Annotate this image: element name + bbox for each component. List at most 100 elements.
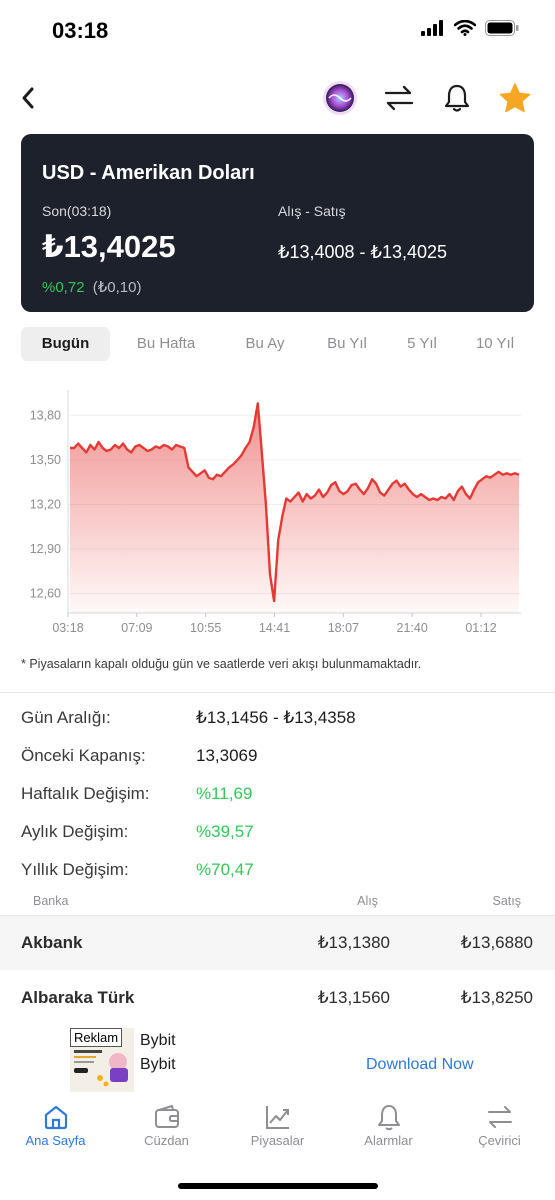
bank-sell-cell: ₺13,8250 [460, 988, 533, 1007]
bank-row[interactable]: Akbank ₺13,1380 ₺13,6880 [0, 916, 555, 970]
nav-bar [0, 70, 555, 126]
ad-label: Reklam [70, 1028, 123, 1047]
bank-sell-cell: ₺13,6880 [460, 933, 533, 952]
favorite-button[interactable] [495, 78, 535, 118]
y-tick-label: 13,80 [30, 408, 61, 422]
period-tab-10y[interactable]: 10 Yıl [464, 327, 526, 361]
y-tick-label: 13,20 [30, 497, 61, 511]
tab-label: Çevirici [478, 1133, 521, 1148]
bank-buy-cell: ₺13,1560 [317, 988, 390, 1007]
bank-buy-cell: ₺13,1380 [317, 933, 390, 952]
bank-table-header: Banka Alış Satış [0, 894, 555, 914]
x-tick-label: 10:55 [190, 621, 221, 635]
chevron-left-icon [22, 87, 34, 109]
ad-brand: Bybit [140, 1032, 176, 1049]
stat-label: Aylık Değişim: [21, 822, 129, 841]
stat-value: %39,57 [196, 822, 254, 841]
swap-icon [488, 1106, 512, 1128]
tab-converter[interactable]: Çevirici [444, 1097, 555, 1157]
tab-label: Ana Sayfa [25, 1133, 86, 1148]
bank-name-cell: Albaraka Türk [21, 988, 135, 1007]
stat-label: Önceki Kapanış: [21, 746, 146, 765]
y-tick-label: 12,90 [30, 542, 61, 556]
status-bar: 03:18 [0, 0, 555, 60]
change-percent: %0,72 [42, 279, 85, 296]
status-time: 03:18 [52, 18, 109, 43]
bell-icon [378, 1105, 400, 1131]
buy-column-header: Alış [357, 894, 378, 908]
currency-title: USD - Amerikan Doları [42, 162, 255, 184]
change-amount: (₺0,10) [92, 279, 142, 296]
stat-label: Haftalık Değişim: [21, 784, 150, 803]
period-tab-year[interactable]: Bu Yıl [311, 327, 383, 361]
period-tab-month[interactable]: Bu Ay [226, 327, 304, 361]
bottom-tab-bar: Ana Sayfa Cüzdan Piyasalar Alarmlar Çevi… [0, 1097, 555, 1177]
tab-label: Alarmlar [364, 1133, 413, 1148]
bank-name-cell: Akbank [21, 933, 83, 952]
assistant-button[interactable] [320, 78, 360, 118]
price-chart-svg: 13,80 13,50 13,20 12,90 12,60 03:18 07:09 10:5… [30, 390, 521, 635]
period-tab-week[interactable]: Bu Hafta [121, 327, 211, 361]
tab-label: Cüzdan [144, 1133, 189, 1148]
tab-label: Piyasalar [250, 1133, 305, 1148]
home-icon [44, 1105, 68, 1130]
stat-value: %70,47 [196, 860, 254, 879]
tab-markets[interactable]: Piyasalar [222, 1097, 333, 1157]
y-tick-label: 13,50 [30, 453, 61, 467]
swap-icon [384, 85, 414, 111]
stat-row: Gün Aralığı: ₺13,1456 - ₺13,4358 [21, 708, 541, 738]
currency-summary-card: USD - Amerikan Doları Son(03:18) ₺13,402… [21, 134, 534, 312]
ad-thumbnail[interactable]: Reklam [70, 1028, 134, 1092]
ad-banner[interactable]: Reklam Bybit Bybit Download Now [0, 1025, 555, 1097]
ad-brand-secondary: Bybit [140, 1056, 176, 1073]
x-tick-label: 18:07 [328, 621, 359, 635]
stat-row: Yıllık Değişim: %70,47 [21, 860, 541, 890]
alarm-button[interactable] [437, 78, 477, 118]
back-button[interactable] [14, 82, 42, 114]
period-selector: Bugün Bu Hafta Bu Ay Bu Yıl 5 Yıl 10 Yıl [21, 327, 534, 361]
siri-icon [323, 81, 357, 115]
bank-row[interactable]: Albaraka Türk ₺13,1560 ₺13,8250 [0, 971, 555, 1025]
divider [0, 692, 555, 693]
stat-row: Önceki Kapanış: 13,3069 [21, 746, 541, 776]
tab-alarms[interactable]: Alarmlar [333, 1097, 444, 1157]
x-tick-label: 21:40 [397, 621, 428, 635]
chart-area [70, 403, 519, 613]
tab-home[interactable]: Ana Sayfa [0, 1097, 111, 1157]
price-chart[interactable]: 13,80 13,50 13,20 12,90 12,60 03:18 07:09 10:5… [0, 380, 555, 640]
y-tick-label: 12,60 [30, 587, 61, 601]
last-price-label: Son(03:18) [42, 203, 112, 219]
sell-column-header: Satış [492, 894, 522, 908]
battery-icon [485, 20, 519, 36]
star-icon [499, 83, 531, 113]
price-change: %0,72 (₺0,10) [42, 278, 141, 296]
chart-icon [266, 1106, 289, 1129]
buy-sell-label: Alış - Satış [278, 203, 346, 219]
last-price: ₺13,4025 [42, 229, 176, 264]
stat-value: ₺13,1456 - ₺13,4358 [196, 708, 356, 727]
stat-value: 13,3069 [196, 746, 258, 765]
status-icons [421, 20, 519, 36]
x-tick-label: 01:12 [465, 621, 496, 635]
ad-download-button[interactable]: Download Now [366, 1056, 474, 1074]
period-tab-5y[interactable]: 5 Yıl [391, 327, 453, 361]
wifi-icon [454, 20, 476, 36]
chart-note: * Piyasaların kapalı olduğu gün ve saatl… [21, 657, 422, 671]
stat-row: Aylık Değişim: %39,57 [21, 822, 541, 852]
home-indicator [178, 1183, 378, 1189]
bell-icon [444, 84, 470, 112]
stat-value: %11,69 [196, 784, 253, 803]
period-tab-today[interactable]: Bugün [21, 327, 110, 361]
buy-sell-value: ₺13,4008 - ₺13,4025 [278, 242, 448, 262]
x-tick-label: 14:41 [259, 621, 290, 635]
stat-label: Yıllık Değişim: [21, 860, 129, 879]
tab-wallet[interactable]: Cüzdan [111, 1097, 222, 1157]
x-tick-label: 03:18 [52, 621, 83, 635]
stat-row: Haftalık Değişim: %11,69 [21, 784, 541, 814]
wallet-icon [155, 1105, 179, 1128]
signal-icon [421, 20, 443, 36]
bank-column-header: Banka [33, 894, 69, 908]
convert-button[interactable] [379, 78, 419, 118]
x-tick-label: 07:09 [121, 621, 152, 635]
stat-label: Gün Aralığı: [21, 708, 111, 727]
